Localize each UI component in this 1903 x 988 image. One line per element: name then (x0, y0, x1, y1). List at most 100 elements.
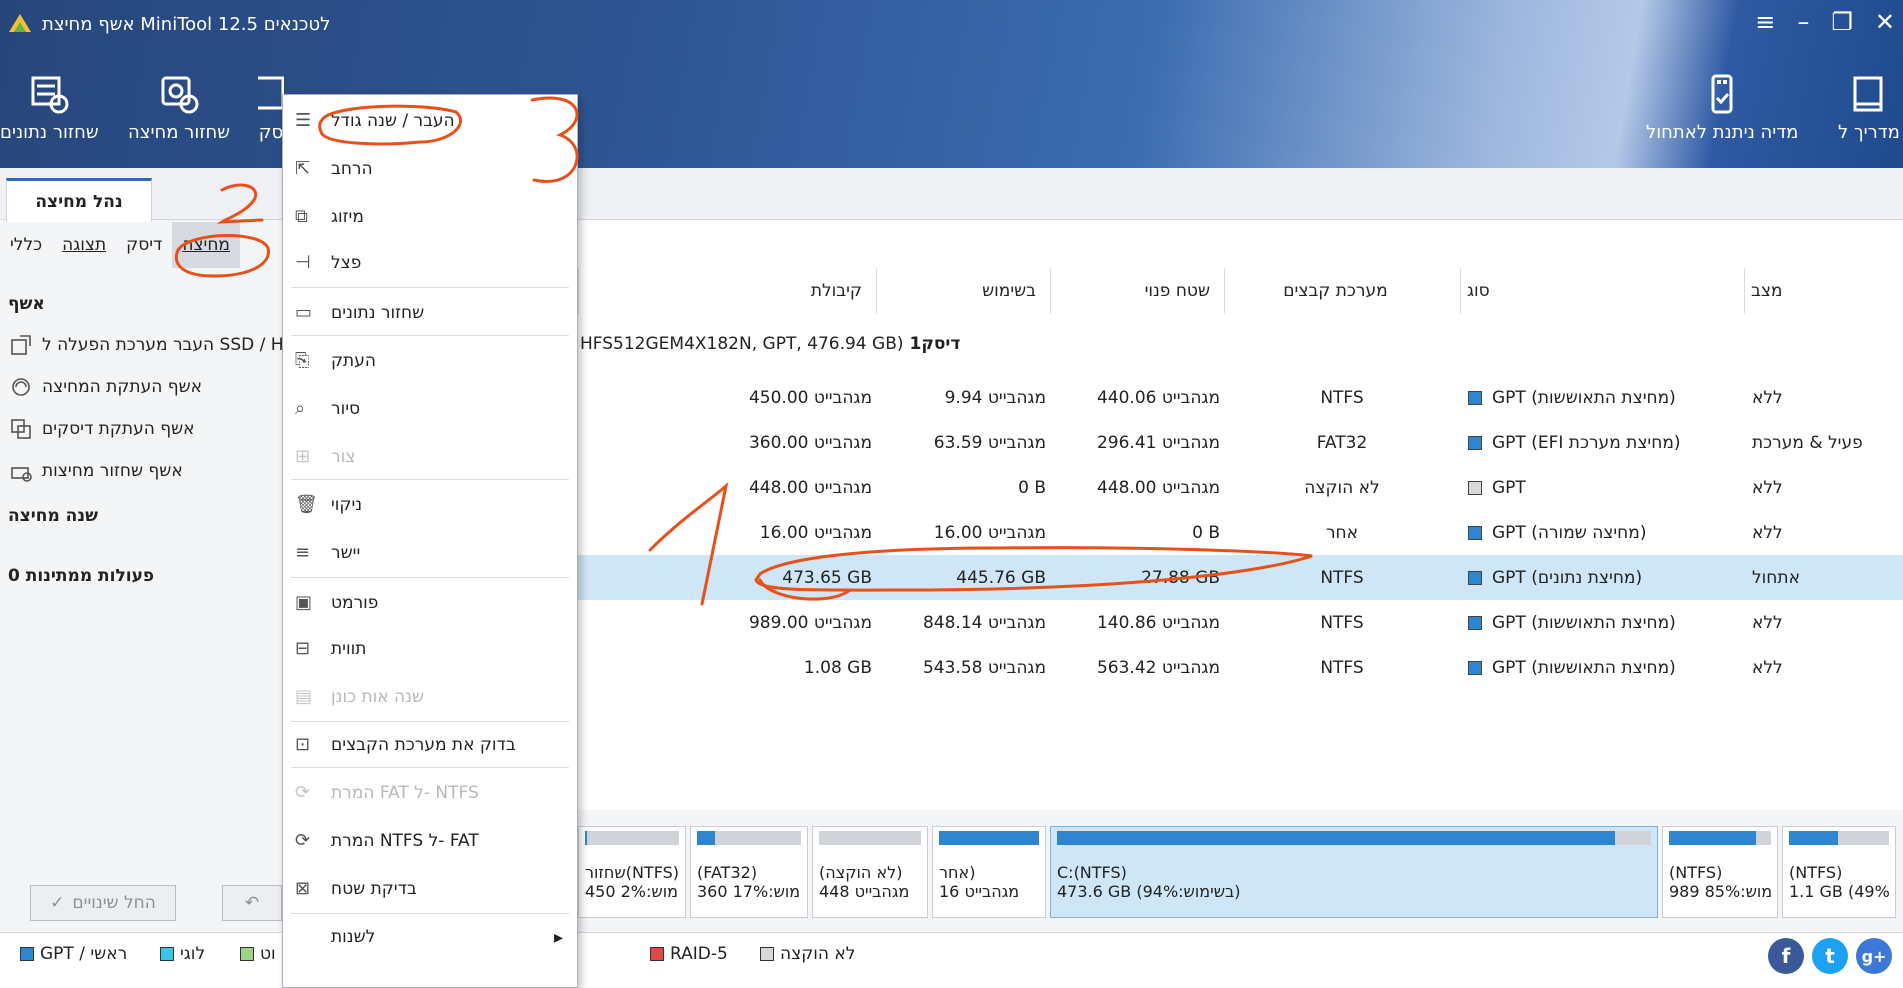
wizard-partition-recovery[interactable]: אשף שחזור מחיצות (10, 460, 183, 482)
table-row[interactable]: 16.00 מגהבייט 16.00 מגהבייט 0 B אחר ללא GPT (… (578, 510, 1903, 555)
menu-item-label: סיור (331, 399, 361, 419)
disk-map-block[interactable]: שחזור(NTFS)450 2%:שימוש (578, 826, 686, 918)
menu-item-label: לשנות (331, 927, 376, 947)
cell-filesystem: NTFS (1320, 612, 1364, 633)
menu-item[interactable]: ⟳ המרת NTFS ל- FAT (283, 819, 577, 863)
menu-item-label: המרת NTFS ל- FAT (331, 831, 479, 851)
bootable-media-icon (1711, 74, 1733, 114)
disk-label: דיסק1 (909, 334, 961, 354)
disk-map-block[interactable]: (NTFS)989 85%:ימוש (1662, 826, 1778, 918)
table-row[interactable]: 989.00 מגהבייט 848.14 מגהבייט 140.86 מגהבי… (578, 600, 1903, 645)
usage-bar-fill (1669, 831, 1756, 845)
menu-separator (291, 577, 569, 578)
change-partition-heading: שנה מחיצה (8, 506, 98, 526)
legend-item: RAID-5 (650, 944, 728, 964)
toolbar-partition-recovery-button[interactable]: שחזור מחיצה (128, 72, 230, 143)
disk-header-row[interactable]: HFS512GEM4X182N, GPT, 476.94 GB) דיסק1 (578, 320, 1903, 368)
menu-item[interactable]: ⊞ צור (283, 435, 577, 479)
cell-used: 63.59 מגהבייט (933, 432, 1046, 453)
usage-bar (1789, 831, 1889, 845)
menu-item[interactable]: ⊟ תווית (283, 627, 577, 671)
convert-icon: ⟳ (295, 782, 311, 803)
cell-free: 140.86 מגהבייט (1096, 612, 1220, 633)
label-icon: ⊟ (295, 638, 311, 659)
undo-button[interactable]: ↶ (222, 885, 282, 921)
menu-item[interactable]: ≡ יישר (283, 531, 577, 575)
column-capacity[interactable]: קיבולת (578, 268, 876, 314)
cell-capacity: 450.00 מגהבייט (748, 387, 872, 408)
close-icon[interactable]: ✕ (1875, 8, 1895, 36)
table-row[interactable]: 448.00 מגהבייט 0 B 448.00 מגהבייט לא הוקצה ל… (578, 465, 1903, 510)
menu-item[interactable]: ▣ פורמט (283, 581, 577, 625)
toolbar-bootable-media-button[interactable]: מדיה ניתנת לאתחול (1646, 72, 1798, 143)
menu-item-label: תווית (331, 639, 367, 659)
menu-item[interactable]: ☰ העבר / שנה גודל (283, 99, 577, 143)
menu-item[interactable]: לשנות ▸ (283, 915, 577, 959)
menu-icon[interactable]: ≡ (1755, 8, 1775, 36)
disk-info: HFS512GEM4X182N, GPT, 476.94 GB) (580, 334, 904, 354)
menu-item[interactable]: 🗑 ניקוי (283, 483, 577, 527)
cell-free: 563.42 מגהבייט (1096, 657, 1220, 678)
table-row[interactable]: 360.00 מגהבייט 63.59 מגהבייט 296.41 מגהביי… (578, 420, 1903, 465)
column-status[interactable]: מצב (1744, 268, 1903, 314)
disk-map-block[interactable]: (FAT32) 360 17%:ימוש (690, 826, 808, 918)
subtab-disk[interactable]: דיסק (116, 222, 172, 268)
menu-item[interactable]: ⧉ מיזוג (283, 195, 577, 239)
restore-icon[interactable]: ❐ (1831, 8, 1853, 36)
facebook-icon[interactable]: f (1768, 938, 1804, 974)
menu-item-label: בדוק את מערכת הקבצים (331, 735, 516, 755)
cell-used: 848.14 מגהבייט (922, 612, 1046, 633)
wizard-migrate-os[interactable]: העבר מערכת הפעלה ל SSD / HD (10, 334, 297, 356)
menu-item[interactable]: ⊣ פצל (283, 241, 577, 285)
minimize-icon[interactable]: – (1797, 8, 1809, 36)
menu-item[interactable]: ⊡ בדוק את מערכת הקבצים (283, 723, 577, 767)
menu-item[interactable]: ⎘ העתק (283, 339, 577, 383)
cell-status: אתחול (1752, 567, 1800, 588)
apply-label: החל שינויים (72, 893, 156, 913)
tab-partition-management[interactable]: נהל מחיצה (6, 178, 152, 222)
menu-item[interactable]: ▤ שנה אות כונן (283, 675, 577, 719)
wizard-copy-partition[interactable]: אשף העתקת המחיצה (10, 376, 202, 398)
menu-item[interactable]: ⊠ בדיקת שטח (283, 867, 577, 911)
table-row[interactable]: 1.08 GB 543.58 מגהבייט 563.42 מגהבייט NTFS ל… (578, 645, 1903, 690)
menu-item[interactable]: ⌕ סיור (283, 387, 577, 431)
column-filesystem[interactable]: מערכת קבצים (1224, 268, 1460, 314)
cell-status: פעיל & מערכת (1752, 432, 1863, 453)
disk-map-block[interactable]: אחר) 16 מגהבייט (932, 826, 1046, 918)
google-plus-icon[interactable]: g+ (1856, 938, 1892, 974)
column-free[interactable]: שטח פנוי (1050, 268, 1224, 314)
menu-item[interactable]: ⟳ המרת FAT ל- NTFS (283, 771, 577, 815)
toolbar-label: מדיה ניתנת לאתחול (1646, 122, 1799, 143)
menu-item[interactable]: ⇱ הרחב (283, 147, 577, 191)
column-type[interactable]: סוג (1460, 268, 1744, 314)
search-icon: ⌕ (295, 398, 306, 419)
type-label: GPT (מחיצת נתונים) (1492, 567, 1643, 588)
apply-changes-button[interactable]: ✓ החל שינויים (30, 885, 176, 921)
menu-item-label: העתק (331, 351, 376, 371)
disk-map-block[interactable]: (NTFS)1.1 GB (49%:ו (1782, 826, 1896, 918)
legend-label: GPT / ראשי (40, 944, 128, 964)
cell-used: 445.76 GB (956, 567, 1046, 588)
subtab-general[interactable]: כללי (0, 222, 52, 268)
table-row[interactable]: 450.00 מגהבייט 9.94 מגהבייט 440.06 מגהבייט… (578, 375, 1903, 420)
menu-item[interactable]: ▭ שחזור נתונים (283, 291, 577, 335)
toolbar-data-recovery-button[interactable]: שחזור נתונים (0, 72, 99, 143)
cell-status: ללא (1752, 522, 1783, 543)
subtab-view[interactable]: תצוגה (52, 222, 116, 268)
toolbar-space-analyzer-button[interactable]: סק (258, 72, 284, 143)
wizard-copy-disk[interactable]: אשף העתקת דיסקים (10, 418, 195, 440)
block-line-1: (NTFS) (1789, 863, 1843, 882)
type-label: GPT (מחיצת התאוששות) (1492, 387, 1676, 408)
cell-used: 543.58 מגהבייט (922, 657, 1046, 678)
twitter-icon[interactable]: t (1812, 938, 1848, 974)
column-used[interactable]: בשימוש (876, 268, 1050, 314)
cell-free: 448.00 מגהבייט (1096, 477, 1220, 498)
disk-map-block[interactable]: (לא הוקצה) 448 מגהבייט (812, 826, 928, 918)
disk-map-block[interactable]: C:(NTFS) 473.6 GB (בשימוש:94%) (1050, 826, 1658, 918)
type-label: GPT (מחיצת התאוששות) (1492, 657, 1676, 678)
block-line-1: C:(NTFS) (1057, 863, 1127, 882)
toolbar-manual-button[interactable]: מדריך ל (1838, 72, 1900, 143)
table-row[interactable]: 473.65 GB 445.76 GB 27.88 GB NTFS אתחול GPT (… (578, 555, 1903, 600)
subtab-partition[interactable]: מחיצה (172, 222, 240, 268)
block-line-1: (NTFS) (1669, 863, 1723, 882)
